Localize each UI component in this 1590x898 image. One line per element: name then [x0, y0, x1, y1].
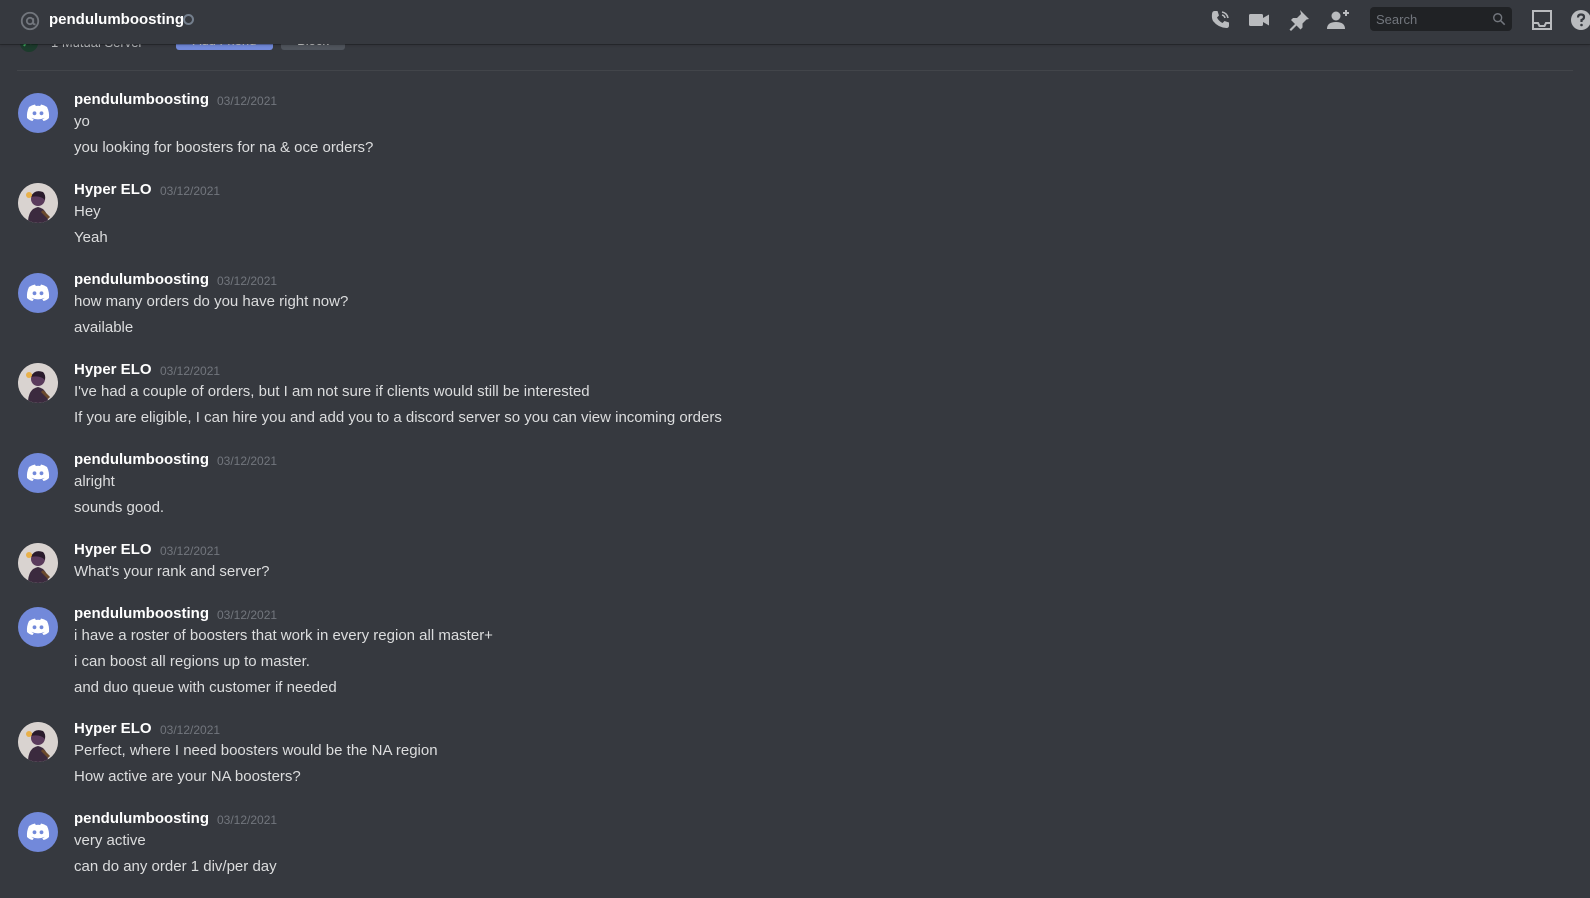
start-video-call-icon[interactable] — [1247, 8, 1271, 32]
message-timestamp: 03/12/2021 — [217, 608, 278, 622]
message-author[interactable]: Hyper ELO — [74, 180, 152, 200]
message-timestamp: 03/12/2021 — [217, 274, 278, 288]
search-input[interactable] — [1376, 7, 1488, 31]
message-author[interactable]: Hyper ELO — [74, 540, 152, 560]
channel-header: pendulumboosting — [0, 0, 1590, 44]
message-group: pendulumboosting 03/12/2021 alright sounds … — [0, 450, 1590, 528]
message-author[interactable]: Hyper ELO — [74, 719, 152, 739]
message-content: I've had a couple of orders, but I am no… — [74, 383, 590, 400]
message-group: Hyper ELO 03/12/2021 What's your rank and … — [0, 540, 1590, 592]
pinned-messages-icon[interactable] — [1287, 8, 1311, 32]
message-group: Hyper ELO 03/12/2021 Hey Yeah — [0, 180, 1590, 258]
message-content: you looking for boosters for na & oce or… — [74, 139, 374, 156]
message-group: pendulumboosting 03/12/2021 yo you looking … — [0, 90, 1590, 168]
message-content: How active are your NA boosters? — [74, 768, 301, 785]
message-content: sounds good. — [74, 499, 165, 516]
message-author[interactable]: Hyper ELO — [74, 360, 152, 380]
message-content: What's your rank and server? — [74, 563, 270, 580]
message-timestamp: 03/12/2021 — [217, 454, 278, 468]
message-content: available — [74, 319, 134, 336]
help-icon[interactable] — [1569, 8, 1590, 32]
message-content: i can boost all regions up to master. — [74, 653, 310, 670]
avatar[interactable] — [18, 273, 58, 313]
message-timestamp: 03/12/2021 — [160, 544, 221, 558]
avatar[interactable] — [18, 183, 58, 223]
message-content: alright — [74, 473, 115, 490]
message-group: Hyper ELO 03/12/2021 I've had a couple of … — [0, 360, 1590, 438]
avatar[interactable] — [18, 722, 58, 762]
avatar[interactable] — [18, 93, 58, 133]
avatar[interactable] — [18, 812, 58, 852]
inbox-icon[interactable] — [1530, 8, 1554, 32]
at-icon — [20, 11, 40, 31]
message-timestamp: 03/12/2021 — [160, 184, 221, 198]
message-content: and duo queue with customer if needed — [74, 679, 337, 696]
message-content: If you are eligible, I can hire you and … — [74, 409, 722, 426]
message-content: i have a roster of boosters that work in… — [74, 627, 493, 644]
message-author[interactable]: pendulumboosting — [74, 270, 209, 290]
add-friends-to-dm-icon[interactable] — [1326, 8, 1350, 32]
search-bar[interactable] — [1370, 7, 1512, 31]
message-content: yo — [74, 113, 90, 130]
avatar[interactable] — [18, 607, 58, 647]
message-group: pendulumboosting 03/12/2021 i have a roste… — [0, 604, 1590, 708]
avatar[interactable] — [18, 363, 58, 403]
message-group: pendulumboosting 03/12/2021 how many order… — [0, 270, 1590, 348]
start-voice-call-icon[interactable] — [1208, 8, 1232, 32]
message-author[interactable]: pendulumboosting — [74, 450, 209, 470]
message-timestamp: 03/12/2021 — [160, 723, 221, 737]
message-list: 1 Mutual Server Add Friend Block pendulu… — [0, 0, 1590, 898]
message-content: Hey — [74, 203, 101, 220]
search-icon — [1493, 13, 1506, 26]
message-timestamp: 03/12/2021 — [217, 813, 278, 827]
message-author[interactable]: pendulumboosting — [74, 809, 209, 829]
message-content: Yeah — [74, 229, 108, 246]
message-author[interactable]: pendulumboosting — [74, 604, 209, 624]
divider — [17, 70, 1573, 71]
message-group: pendulumboosting 03/12/2021 very active can… — [0, 809, 1590, 887]
avatar[interactable] — [18, 453, 58, 493]
message-content: Perfect, where I need boosters would be … — [74, 742, 438, 759]
message-content: how many orders do you have right now? — [74, 293, 349, 310]
message-timestamp: 03/12/2021 — [217, 94, 278, 108]
message-author[interactable]: pendulumboosting — [74, 90, 209, 110]
avatar[interactable] — [18, 543, 58, 583]
channel-title: pendulumboosting — [49, 11, 184, 28]
message-timestamp: 03/12/2021 — [160, 364, 221, 378]
offline-status-icon — [183, 14, 194, 25]
message-content: very active — [74, 832, 146, 849]
message-content: can do any order 1 div/per day — [74, 858, 277, 875]
message-group: Hyper ELO 03/12/2021 Perfect, where I need… — [0, 719, 1590, 797]
